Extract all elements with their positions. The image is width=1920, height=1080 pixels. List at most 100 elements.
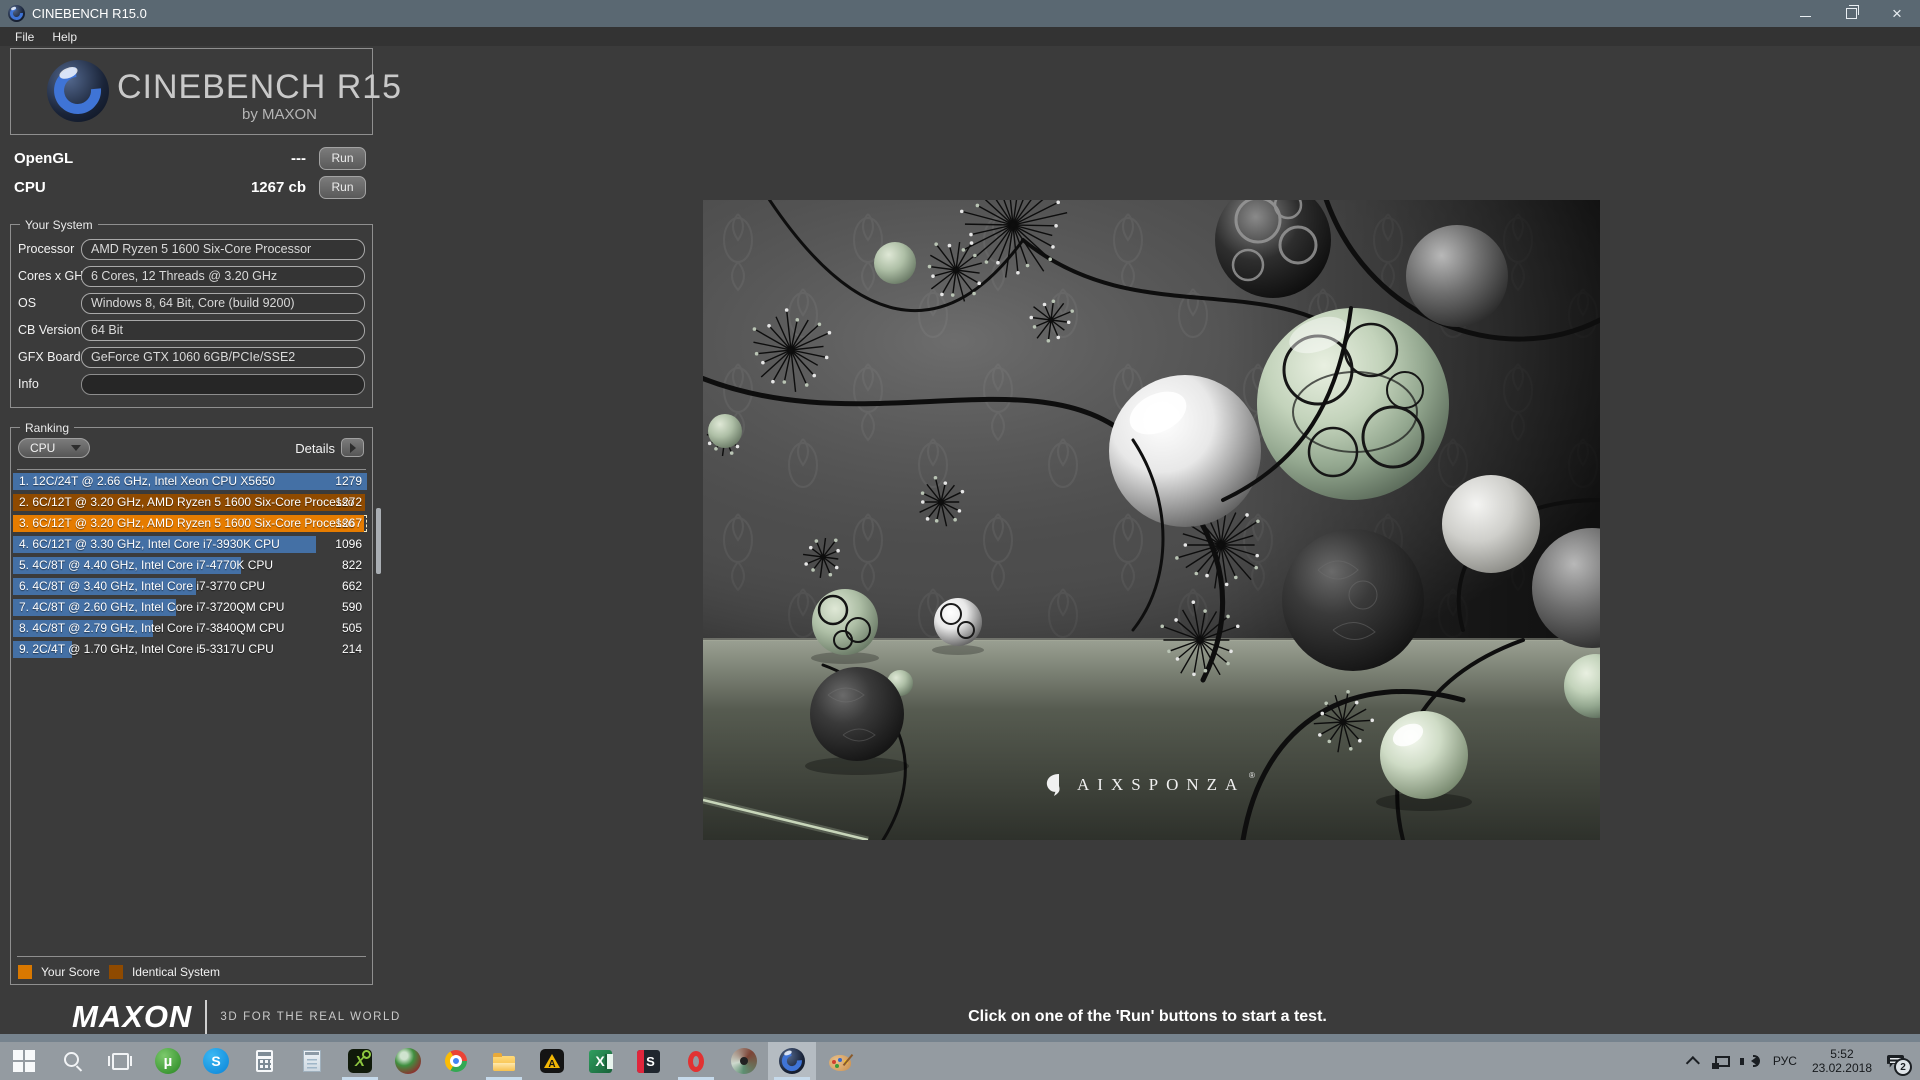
taskbar-excel[interactable]: X: [576, 1042, 624, 1080]
opera-icon: [683, 1048, 709, 1074]
skype-icon: S: [203, 1048, 229, 1074]
maxon-logo: MAXON: [72, 999, 193, 1034]
speaker-icon[interactable]: [1739, 1055, 1760, 1067]
ranking-scrollbar-thumb[interactable]: [376, 508, 381, 574]
paint-icon: [827, 1048, 853, 1074]
tray-date: 23.02.2018: [1811, 1061, 1872, 1075]
ranking-filter-dropdown[interactable]: CPU: [18, 438, 90, 458]
opengl-label: OpenGL: [14, 149, 74, 167]
processor-field: AMD Ryzen 5 1600 Six-Core Processor: [81, 239, 365, 260]
field-label: Processor: [18, 242, 75, 256]
ranking-row-label: 4. 6C/12T @ 3.30 GHz, Intel Core i7-3930…: [19, 537, 280, 551]
ranking-row-score: 590: [341, 600, 362, 614]
system-row-os: OS Windows 8, 64 Bit, Core (build 9200): [11, 293, 372, 314]
ranking-row-score: 1267: [335, 516, 362, 530]
ranking-row-1[interactable]: 1. 12C/24T @ 2.66 GHz, Intel Xeon CPU X5…: [13, 473, 367, 490]
green-glass-sphere: [1257, 308, 1449, 500]
cpu-label: CPU: [14, 178, 46, 196]
taskbar-xnview[interactable]: [384, 1042, 432, 1080]
ranking-row-label: 6. 4C/8T @ 3.40 GHz, Intel Core i7-3770 …: [19, 579, 266, 593]
xnview-icon: [395, 1048, 421, 1074]
ranking-row-8[interactable]: 8. 4C/8T @ 2.79 GHz, Intel Core i7-3840Q…: [13, 620, 367, 637]
your-system-title: Your System: [20, 218, 98, 232]
acdsee-icon: X: [348, 1049, 372, 1073]
brand-title: CINEBENCH R15: [117, 68, 403, 106]
search-icon: [59, 1048, 85, 1074]
start-button[interactable]: [0, 1042, 48, 1080]
taskbar-aimp[interactable]: A: [528, 1042, 576, 1080]
ranking-row-7[interactable]: 7. 4C/8T @ 2.60 GHz, Intel Core i7-3720Q…: [13, 599, 367, 616]
close-button[interactable]: ×: [1874, 0, 1920, 27]
menu-help[interactable]: Help: [43, 30, 86, 44]
task-view-button[interactable]: [96, 1042, 144, 1080]
menu-bar: File Help: [0, 27, 1920, 46]
maxon-footer: MAXON 3D FOR THE REAL WORLD: [72, 999, 401, 1035]
taskbar-utorrent[interactable]: µ: [144, 1042, 192, 1080]
ranking-title: Ranking: [20, 421, 75, 435]
cores-field: 6 Cores, 12 Threads @ 3.20 GHz: [81, 266, 365, 287]
cb-version-field: 64 Bit: [81, 320, 365, 341]
metal-sphere: [1406, 225, 1508, 327]
taskbar-s-app[interactable]: S: [624, 1042, 672, 1080]
ranking-row-label: 5. 4C/8T @ 4.40 GHz, Intel Core i7-4770K…: [19, 558, 274, 572]
taskbar-cinema4d[interactable]: [768, 1042, 816, 1080]
window-title: CINEBENCH R15.0: [32, 6, 147, 21]
ranking-row-score: 1096: [335, 537, 362, 551]
render-preview: AIXSPONZA ®: [680, 170, 1652, 844]
identical-system-swatch: [108, 965, 123, 979]
details-button[interactable]: [341, 438, 364, 457]
restore-button[interactable]: [1828, 0, 1874, 27]
windows-icon: [11, 1048, 37, 1074]
ranking-row-6[interactable]: 6. 4C/8T @ 3.40 GHz, Intel Core i7-3770 …: [13, 578, 367, 595]
minimize-button[interactable]: [1782, 0, 1828, 27]
ranking-row-3[interactable]: 3. 6C/12T @ 3.20 GHz, AMD Ryzen 5 1600 S…: [13, 515, 367, 532]
ranking-row-score: 505: [341, 621, 362, 635]
taskbar-media-player[interactable]: [720, 1042, 768, 1080]
ranking-row-2[interactable]: 2. 6C/12T @ 3.20 GHz, AMD Ryzen 5 1600 S…: [13, 494, 367, 511]
ranking-row-4[interactable]: 4. 6C/12T @ 3.30 GHz, Intel Core i7-3930…: [13, 536, 367, 553]
opengl-test-row: OpenGL --- Run: [10, 145, 371, 171]
taskbar-calculator[interactable]: [240, 1042, 288, 1080]
pale-sphere: [1442, 475, 1540, 573]
small-green-sphere: [874, 242, 916, 284]
opengl-run-button[interactable]: Run: [319, 146, 366, 170]
folder-icon: [491, 1048, 517, 1074]
taskbar-chrome[interactable]: [432, 1042, 480, 1080]
white-glossy-sphere: [1109, 375, 1261, 527]
system-row-cbversion: CB Version 64 Bit: [11, 320, 372, 341]
tray-chevron-up-icon[interactable]: [1685, 1056, 1700, 1071]
language-indicator[interactable]: РУС: [1773, 1054, 1797, 1068]
os-field: Windows 8, 64 Bit, Core (build 9200): [81, 293, 365, 314]
taskbar-acdsee[interactable]: X: [336, 1042, 384, 1080]
ranking-group: Ranking CPU Details 1. 12C/24T @ 2.66 GH…: [10, 421, 381, 985]
registered-mark: ®: [1249, 771, 1255, 780]
divider: [17, 469, 366, 470]
status-message: Click on one of the 'Run' buttons to sta…: [968, 1008, 1327, 1025]
network-icon[interactable]: [1711, 1055, 1730, 1069]
clock[interactable]: 5:52 23.02.2018: [1812, 1047, 1872, 1075]
ranking-legend: Your Score Identical System: [18, 965, 220, 979]
gfx-board-field: GeForce GTX 1060 6GB/PCIe/SSE2: [81, 347, 365, 368]
cpu-run-button[interactable]: Run: [319, 175, 366, 199]
divider: [17, 956, 366, 957]
taskbar-paint[interactable]: [816, 1042, 864, 1080]
taskbar-opera[interactable]: [672, 1042, 720, 1080]
taskbar-notepad[interactable]: [288, 1042, 336, 1080]
taskbar-search[interactable]: [48, 1042, 96, 1080]
chevron-down-icon: [71, 445, 81, 451]
ranking-row-5[interactable]: 5. 4C/8T @ 4.40 GHz, Intel Core i7-4770K…: [13, 557, 367, 574]
cpu-score: 1267 cb: [250, 178, 306, 196]
ranking-row-score: 1272: [335, 495, 362, 509]
chrome-icon: [443, 1048, 469, 1074]
ranking-row-9[interactable]: 9. 2C/4T @ 1.70 GHz, Intel Core i5-3317U…: [13, 641, 367, 658]
info-field[interactable]: [81, 374, 365, 395]
menu-file[interactable]: File: [6, 30, 43, 44]
window-bottom-strip: [0, 1034, 1920, 1042]
glossy-green-sphere: [1380, 711, 1468, 799]
your-score-label: Your Score: [41, 965, 100, 979]
taskbar-skype[interactable]: S: [192, 1042, 240, 1080]
brand-byline: by MAXON: [241, 106, 317, 123]
taskbar-explorer[interactable]: [480, 1042, 528, 1080]
ranking-row-label: 9. 2C/4T @ 1.70 GHz, Intel Core i5-3317U…: [19, 642, 274, 656]
ranking-row-label: 3. 6C/12T @ 3.20 GHz, AMD Ryzen 5 1600 S…: [19, 516, 355, 530]
